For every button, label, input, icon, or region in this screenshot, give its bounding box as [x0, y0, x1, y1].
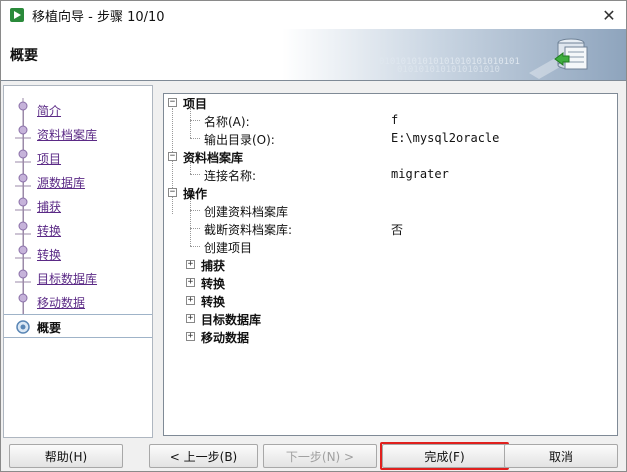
cancel-button[interactable]: 取消 [504, 444, 618, 468]
tree-node-convert-1[interactable]: 转换 [201, 275, 225, 292]
nav-item-label[interactable]: 源数据库 [37, 174, 85, 191]
step-pin-icon [15, 170, 31, 194]
binary-decoration-2: 0101010101010101010 [397, 65, 500, 75]
tree-connector [172, 108, 173, 214]
project-name-label: 名称(A): [204, 115, 250, 129]
nav-item-move-data[interactable]: 移动数据 [4, 290, 152, 314]
nav-item-label[interactable]: 捕获 [37, 198, 61, 215]
tree-connector [190, 108, 191, 138]
back-button[interactable]: < 上一步(B) [149, 444, 258, 468]
step-pin-icon [15, 242, 31, 266]
create-repo-item: 创建资料档案库 [204, 205, 289, 219]
nav-item-convert-1[interactable]: 转换 [4, 218, 152, 242]
nav-item-project[interactable]: 项目 [4, 146, 152, 170]
tree-node-capture[interactable]: 捕获 [201, 257, 225, 274]
database-migration-icon [529, 38, 588, 79]
summary-tree-panel: − 项目 名称(A): f 输出目录(O): E:\mysql2oracle −… [163, 93, 618, 436]
tree-connector [190, 210, 200, 211]
project-name-value: f [391, 113, 399, 127]
collapse-icon[interactable]: − [168, 98, 177, 107]
tree-connector [190, 198, 191, 246]
step-header: 概要 01010101010101010101010101 0101010101… [1, 29, 626, 81]
migration-wizard-window: 移植向导 - 步骤 10/10 ✕ 概要 0101010101010101010… [0, 0, 627, 472]
nav-item-label: 概要 [37, 321, 62, 335]
connection-name-label: 连接名称: [204, 169, 257, 183]
step-pin-icon [18, 290, 28, 314]
tree-connector [190, 228, 200, 229]
truncate-repo-label: 截断资料档案库: [204, 223, 293, 237]
nav-item-label[interactable]: 转换 [37, 222, 61, 239]
wizard-step-nav: 简介 资料档案库 项目 源数据库 捕获 转换 转换 目标数据库 移动数据 概要 [3, 85, 153, 438]
expand-icon[interactable]: + [186, 314, 195, 323]
nav-item-source-db[interactable]: 源数据库 [4, 170, 152, 194]
step-pin-icon [15, 218, 31, 242]
tree-node-move-data[interactable]: 移动数据 [201, 329, 249, 346]
tree-connector [190, 174, 200, 175]
tree-connector [190, 120, 200, 121]
expand-icon[interactable]: + [186, 332, 195, 341]
collapse-icon[interactable]: − [168, 188, 177, 197]
connection-name-value: migrater [391, 167, 449, 181]
expand-icon[interactable]: + [186, 278, 195, 287]
nav-item-capture[interactable]: 捕获 [4, 194, 152, 218]
create-project-item: 创建项目 [204, 241, 253, 255]
tree-node-project[interactable]: 项目 [183, 95, 207, 112]
expand-icon[interactable]: + [186, 260, 195, 269]
nav-item-label[interactable]: 移动数据 [37, 294, 85, 311]
step-pin-icon [15, 146, 31, 170]
nav-item-label[interactable]: 转换 [37, 246, 61, 263]
current-step-icon [16, 320, 30, 334]
expand-icon[interactable]: + [186, 296, 195, 305]
step-pin-icon [18, 98, 28, 122]
next-button: 下一步(N) > [263, 444, 377, 468]
nav-item-repository[interactable]: 资料档案库 [4, 122, 152, 146]
help-button[interactable]: 帮助(H) [9, 444, 123, 468]
close-icon[interactable]: ✕ [598, 4, 620, 26]
nav-item-target-db[interactable]: 目标数据库 [4, 266, 152, 290]
nav-item-label[interactable]: 资料档案库 [37, 126, 97, 143]
step-pin-icon [15, 266, 31, 290]
step-pin-icon [15, 122, 31, 146]
nav-item-label[interactable]: 简介 [37, 102, 61, 119]
nav-item-label[interactable]: 项目 [37, 150, 61, 167]
app-icon [10, 8, 24, 22]
window-title: 移植向导 - 步骤 10/10 [32, 9, 165, 25]
page-title: 概要 [10, 48, 38, 64]
tree-connector [190, 138, 200, 139]
truncate-repo-value: 否 [391, 223, 404, 237]
output-dir-value: E:\mysql2oracle [391, 131, 500, 145]
step-pin-icon [15, 194, 31, 218]
nav-item-convert-2[interactable]: 转换 [4, 242, 152, 266]
nav-item-label[interactable]: 目标数据库 [37, 270, 97, 287]
tree-node-target-db[interactable]: 目标数据库 [201, 311, 261, 328]
tree-node-actions[interactable]: 操作 [183, 185, 207, 202]
output-dir-label: 输出目录(O): [204, 133, 275, 147]
collapse-icon[interactable]: − [168, 152, 177, 161]
tree-node-repository[interactable]: 资料档案库 [183, 149, 243, 166]
nav-item-intro[interactable]: 简介 [4, 98, 152, 122]
tree-connector [190, 246, 200, 247]
nav-item-summary[interactable]: 概要 [4, 314, 152, 338]
title-bar: 移植向导 - 步骤 10/10 ✕ [1, 1, 626, 29]
tree-node-convert-2[interactable]: 转换 [201, 293, 225, 310]
finish-highlight-box [380, 442, 509, 470]
